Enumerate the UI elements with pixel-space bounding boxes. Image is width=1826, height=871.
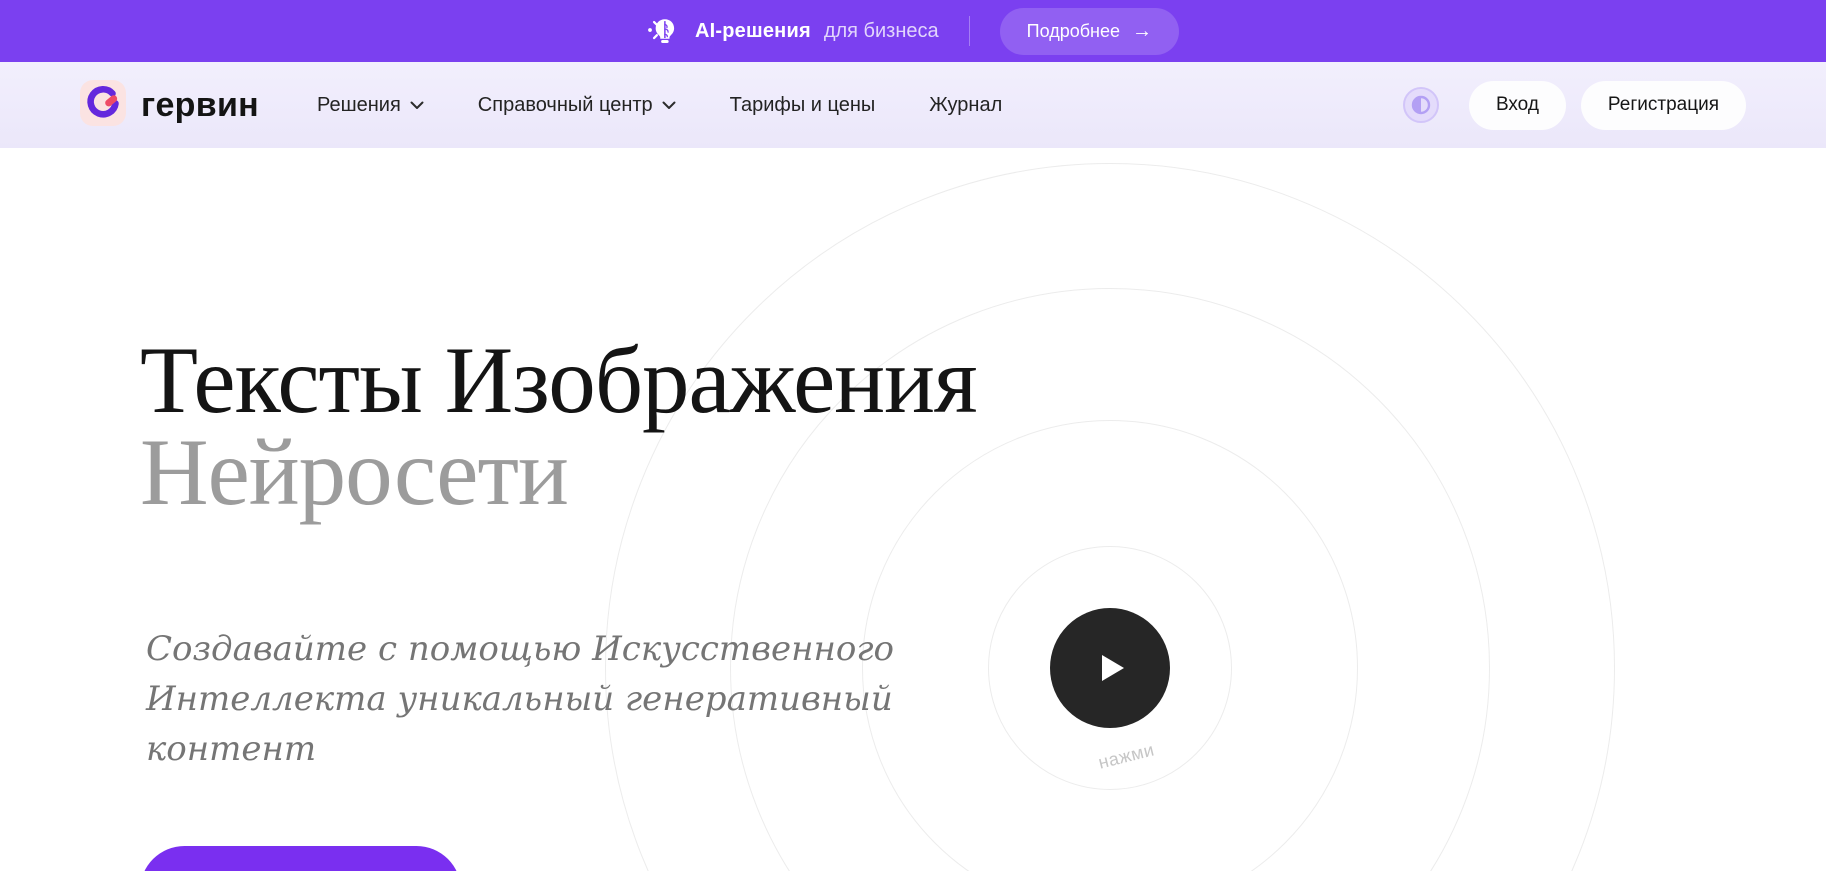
top-navigation: гервин Решения Справочный центр Тарифы и… xyxy=(0,62,1826,148)
tagline-line: Интеллекта уникальный генеративный xyxy=(146,679,893,719)
nav-item-label: Решения xyxy=(316,93,401,116)
nav-item-label: Журнал xyxy=(929,93,1003,116)
brand-wordmark: гервин xyxy=(141,85,259,124)
main-menu: Решения Справочный центр Тарифы и цены Ж… xyxy=(317,94,1002,117)
nav-item-solutions[interactable]: Решения xyxy=(317,94,424,117)
start-now-button[interactable]: Начать сейчас → xyxy=(140,846,461,871)
brand-logo[interactable]: гервин xyxy=(80,79,259,131)
hero-title: Тексты Изображения Нейросети xyxy=(140,333,978,525)
nav-item-help-center[interactable]: Справочный центр xyxy=(478,94,676,117)
play-icon xyxy=(1102,655,1124,681)
banner-subtext: для бизнеса xyxy=(823,19,939,42)
chevron-down-icon xyxy=(662,101,676,109)
nav-item-label: Справочный центр xyxy=(477,93,653,116)
cta-row: Начать сейчас → Обучающие видео xyxy=(140,846,723,871)
banner-highlight-text: AI-решения xyxy=(694,19,811,42)
signup-button[interactable]: Регистрация xyxy=(1580,80,1746,130)
login-button[interactable]: Вход xyxy=(1468,80,1566,130)
nav-item-journal[interactable]: Журнал xyxy=(929,94,1002,117)
ai-lightbulb-icon xyxy=(647,15,679,47)
banner-divider xyxy=(968,16,970,46)
hero-section: Тексты Изображения Нейросети Создавайте … xyxy=(0,148,1826,871)
banner-more-label: Подробнее xyxy=(1026,20,1121,41)
hero-title-line2: Нейросети xyxy=(140,419,569,525)
video-play-button[interactable] xyxy=(1050,608,1170,728)
gerwin-logo-icon xyxy=(80,79,126,131)
promo-banner: AI-решения для бизнеса Подробнее → xyxy=(0,0,1826,62)
theme-toggle-button[interactable] xyxy=(1402,87,1439,123)
banner-more-button[interactable]: Подробнее → xyxy=(999,7,1180,55)
hero-title-line1: Тексты Изображения xyxy=(140,327,978,433)
chevron-down-icon xyxy=(410,101,424,109)
nav-item-label: Тарифы и цены xyxy=(729,93,876,116)
hero-tagline: Создавайте с помощью Искусственного Инте… xyxy=(146,624,894,774)
tagline-line: Создавайте с помощью Искусственного xyxy=(146,629,894,669)
nav-actions: Вход Регистрация xyxy=(1402,80,1746,130)
nav-item-pricing[interactable]: Тарифы и цены xyxy=(730,94,876,117)
tagline-line: контент xyxy=(146,729,317,769)
arrow-right-icon: → xyxy=(1132,20,1153,42)
contrast-icon xyxy=(1411,95,1431,115)
